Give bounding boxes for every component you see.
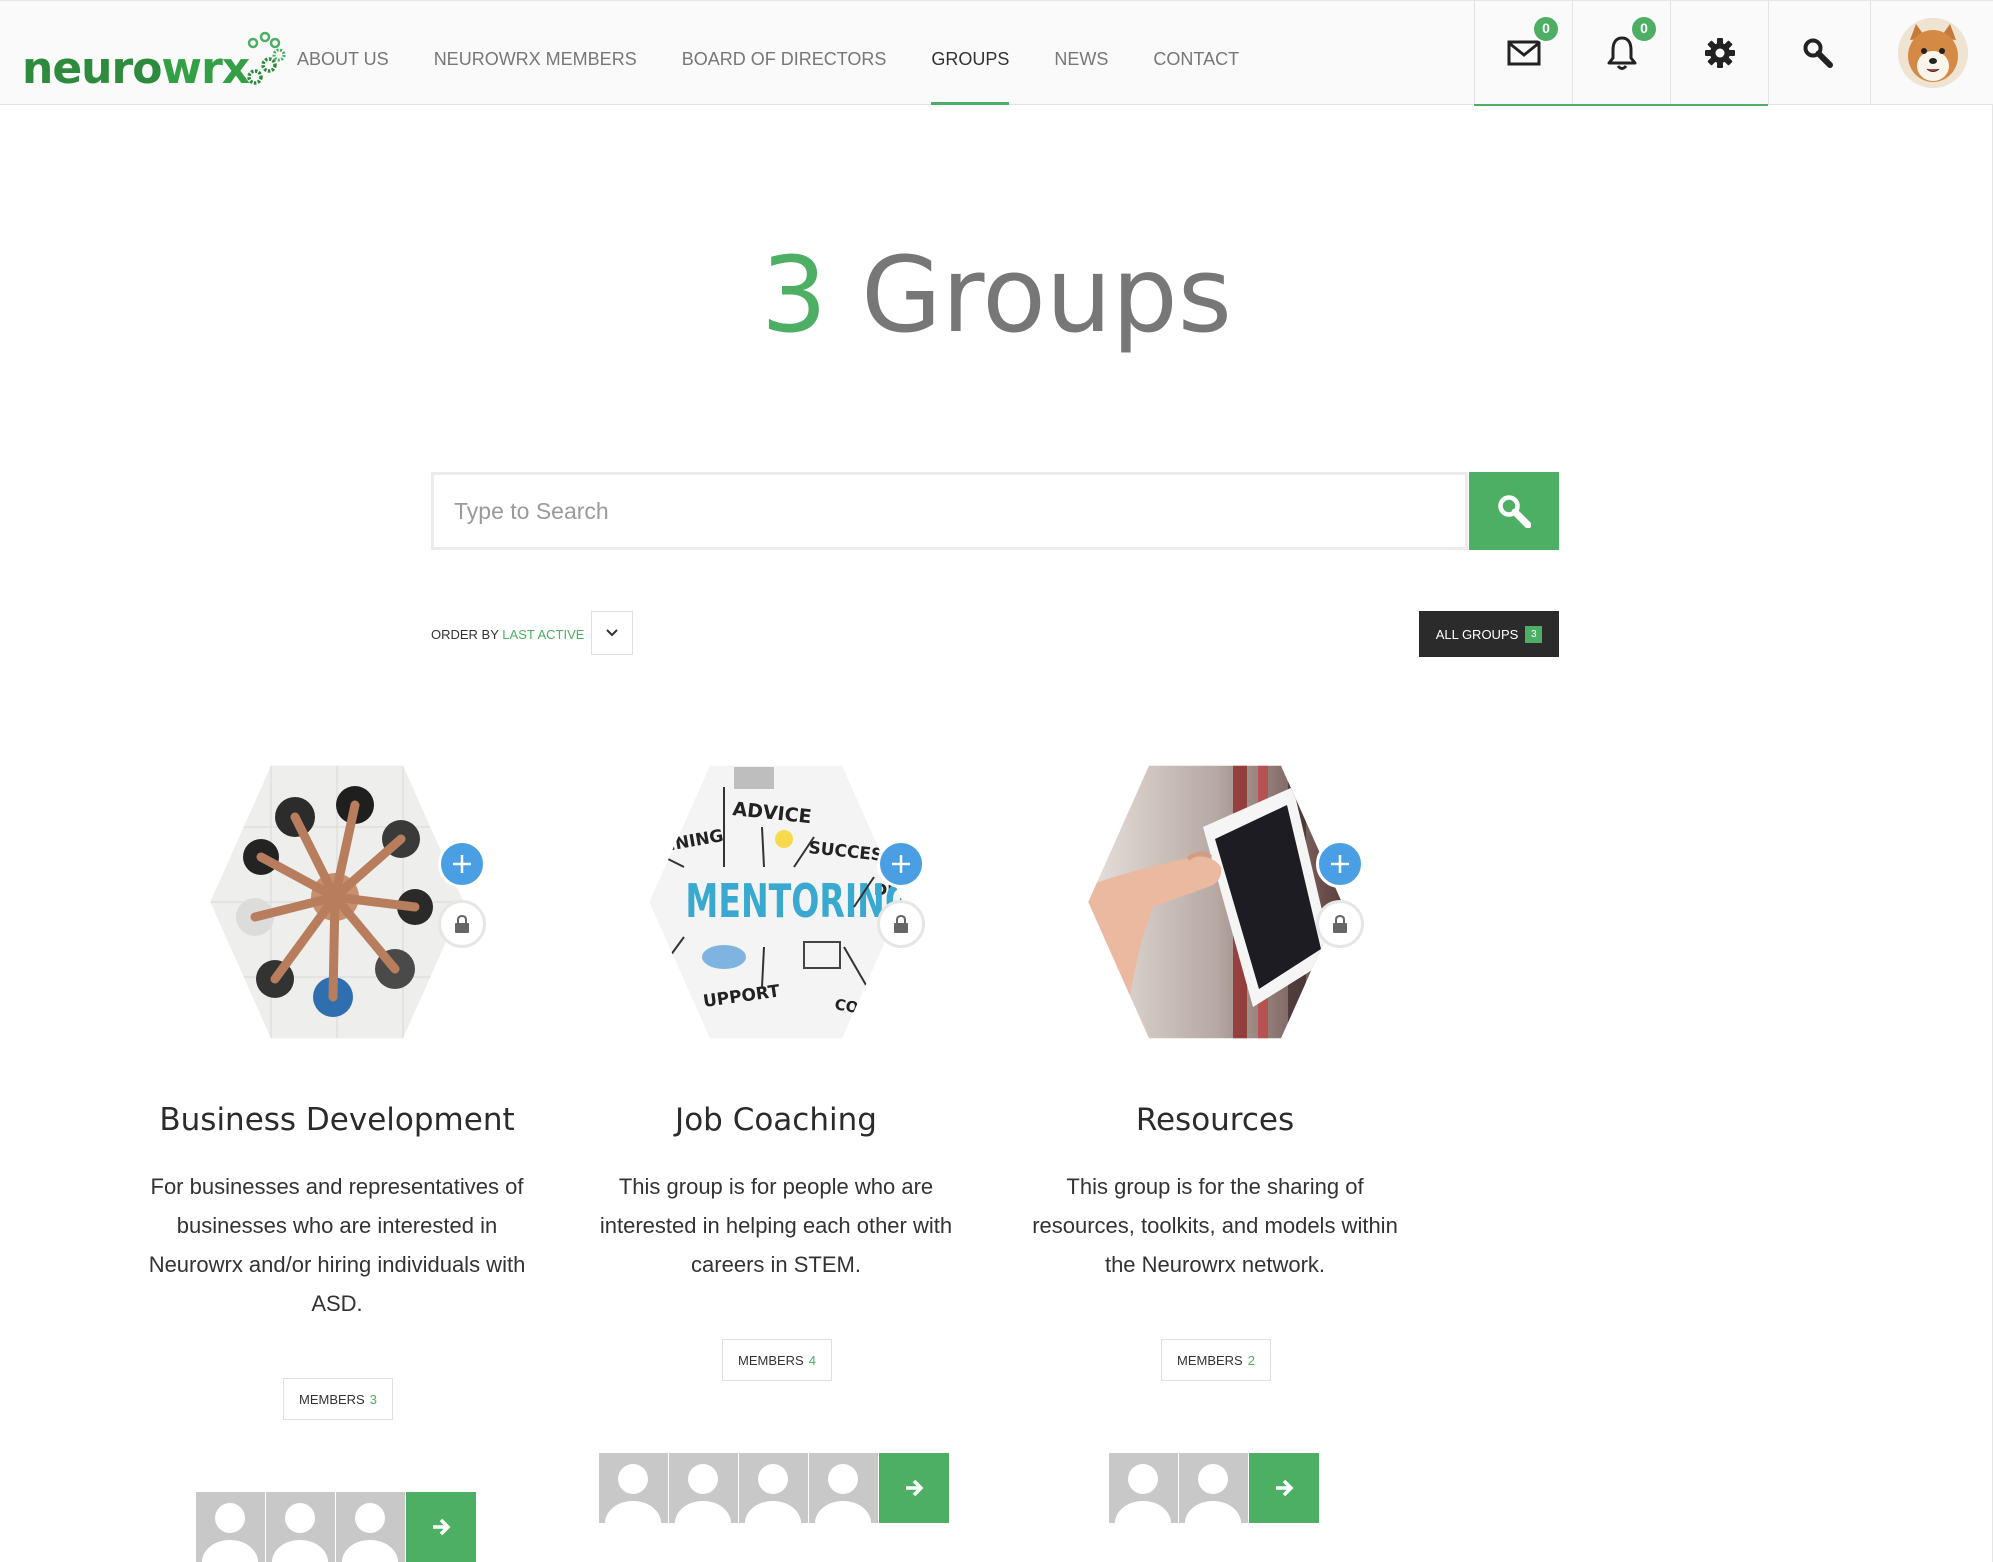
dog-avatar-image — [1897, 18, 1968, 88]
user-silhouette-icon — [202, 1503, 258, 1562]
avatar — [1897, 18, 1968, 88]
nav-item-neurowrx-members[interactable]: NEUROWRX MEMBERS — [434, 1, 637, 105]
user-silhouette-icon — [815, 1464, 871, 1523]
notifications-count-badge: 0 — [1630, 15, 1658, 43]
view-group-button[interactable] — [879, 1453, 949, 1523]
logo-text-neuro: neuro — [22, 43, 162, 94]
group-title[interactable]: Business Development — [127, 1102, 547, 1138]
page-title: 3 Groups — [0, 235, 1993, 355]
group-image-business-development[interactable] — [210, 765, 464, 1039]
svg-text:MENTORING: MENTORING — [685, 874, 908, 928]
group-description: This group is for people who are interes… — [599, 1174, 953, 1277]
main-nav: ABOUT US NEUROWRX MEMBERS BOARD OF DIREC… — [297, 1, 1284, 105]
user-silhouette-icon — [745, 1464, 801, 1523]
member-avatars-row — [196, 1492, 476, 1562]
bell-icon — [1607, 36, 1636, 70]
gear-icon — [1704, 38, 1735, 68]
all-groups-label: ALL GROUPS — [1435, 626, 1519, 642]
group-image-job-coaching[interactable]: ADVICE RAINING SUCCES DI UPPORT CO MENTO… — [649, 765, 908, 1039]
order-by-dropdown[interactable] — [591, 611, 633, 655]
member-avatar[interactable] — [809, 1453, 878, 1523]
plus-icon — [453, 855, 471, 873]
neurowrx-logo[interactable]: neurowrx — [22, 31, 287, 91]
group-title[interactable]: Job Coaching — [566, 1102, 986, 1138]
private-group-badge — [877, 900, 925, 948]
user-silhouette-icon — [675, 1464, 731, 1523]
nav-item-groups[interactable]: GROUPS — [931, 1, 1010, 105]
order-by-prefix: ORDER BY — [431, 627, 499, 642]
search-submit-button[interactable] — [1469, 472, 1559, 550]
lock-icon — [1333, 915, 1347, 933]
all-groups-count: 3 — [1525, 625, 1543, 643]
plus-icon — [1331, 855, 1349, 873]
messages-button[interactable]: 0 — [1474, 1, 1572, 106]
member-avatars-row — [1109, 1453, 1319, 1523]
join-group-button[interactable] — [877, 840, 925, 888]
user-silhouette-icon — [272, 1503, 328, 1562]
members-label: MEMBERS — [1177, 1352, 1243, 1368]
member-avatar[interactable] — [1179, 1453, 1248, 1523]
group-title[interactable]: Resources — [1005, 1102, 1425, 1138]
members-count-tag: MEMBERS 3 — [283, 1378, 393, 1420]
settings-button[interactable] — [1670, 1, 1768, 106]
member-avatar[interactable] — [1109, 1453, 1178, 1523]
arrow-right-icon — [906, 1479, 924, 1497]
user-silhouette-icon — [342, 1503, 398, 1562]
group-search-input[interactable] — [431, 472, 1468, 550]
search-icon — [1498, 495, 1531, 528]
view-group-button[interactable] — [406, 1492, 476, 1562]
nav-item-news[interactable]: NEWS — [1054, 1, 1108, 105]
group-description: This group is for the sharing of resourc… — [1032, 1174, 1398, 1277]
member-avatar[interactable] — [196, 1492, 265, 1562]
members-count: 3 — [369, 1391, 377, 1407]
group-count: 3 — [761, 234, 828, 356]
chevron-down-icon — [606, 629, 618, 637]
group-image-resources[interactable] — [1088, 765, 1342, 1039]
arrow-right-icon — [1276, 1479, 1294, 1497]
profile-menu[interactable] — [1870, 1, 1993, 105]
notifications-button[interactable]: 0 — [1572, 1, 1670, 106]
join-group-button[interactable] — [1316, 840, 1364, 888]
messages-count-badge: 0 — [1532, 15, 1560, 43]
order-by-label: ORDER BY LAST ACTIVE — [431, 627, 584, 642]
lock-icon — [894, 915, 908, 933]
member-avatars-row — [599, 1453, 949, 1523]
plus-icon — [892, 855, 910, 873]
members-count: 2 — [1247, 1352, 1255, 1368]
member-avatar[interactable] — [739, 1453, 808, 1523]
members-count-tag: MEMBERS 4 — [722, 1339, 832, 1381]
user-silhouette-icon — [1185, 1464, 1241, 1523]
member-avatar[interactable] — [336, 1492, 405, 1562]
gears-icon — [247, 31, 286, 85]
order-by-value: LAST ACTIVE — [502, 627, 585, 642]
members-label: MEMBERS — [299, 1391, 365, 1407]
nav-item-contact[interactable]: CONTACT — [1153, 1, 1239, 105]
header-search-button[interactable] — [1768, 1, 1866, 105]
members-count: 4 — [808, 1352, 816, 1368]
members-label: MEMBERS — [738, 1352, 804, 1368]
member-avatar[interactable] — [669, 1453, 738, 1523]
envelope-icon — [1507, 40, 1540, 66]
user-silhouette-icon — [605, 1464, 661, 1523]
all-groups-filter[interactable]: ALL GROUPS 3 — [1419, 611, 1559, 657]
search-icon — [1803, 38, 1833, 68]
user-silhouette-icon — [1115, 1464, 1171, 1523]
private-group-badge — [438, 900, 486, 948]
member-avatar[interactable] — [266, 1492, 335, 1562]
view-group-button[interactable] — [1249, 1453, 1319, 1523]
members-count-tag: MEMBERS 2 — [1161, 1339, 1271, 1381]
group-description: For businesses and representatives of bu… — [148, 1174, 526, 1316]
top-navigation-bar: neurowrx ABOUT US NEUROWRX MEMBERS BOARD… — [0, 0, 1993, 106]
logo-text-wrx: wrx — [161, 43, 250, 94]
lock-icon — [455, 915, 469, 933]
nav-item-board-of-directors[interactable]: BOARD OF DIRECTORS — [682, 1, 887, 105]
nav-item-about-us[interactable]: ABOUT US — [297, 1, 389, 105]
private-group-badge — [1316, 900, 1364, 948]
member-avatar[interactable] — [599, 1453, 668, 1523]
arrow-right-icon — [433, 1518, 451, 1536]
join-group-button[interactable] — [438, 840, 486, 888]
page-title-text: Groups — [861, 234, 1232, 356]
